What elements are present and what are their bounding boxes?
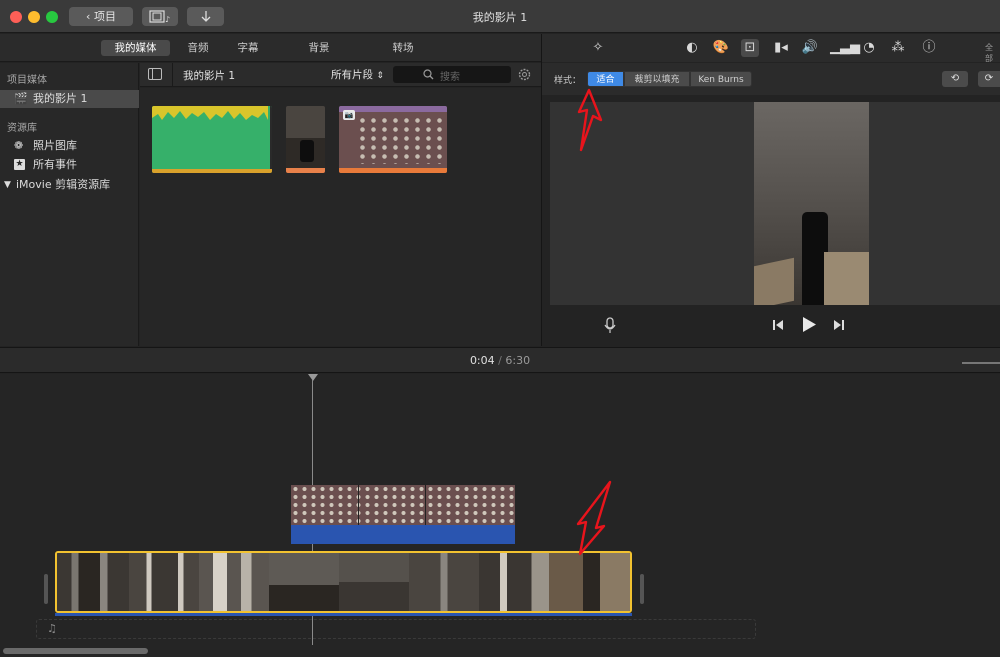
music-note-icon: ♫ [47, 622, 57, 635]
skip-forward-icon[interactable] [833, 319, 845, 331]
current-time: 0:04 [469, 354, 495, 367]
show-all-label[interactable]: 全部 [985, 42, 1000, 64]
playback-controls [542, 305, 1000, 346]
sidebar-item-imovie-library[interactable]: ▼ iMovie 剪辑资源库 [0, 176, 139, 194]
style-crop-to-fill-button[interactable]: 裁剪以填充 [624, 71, 690, 87]
library-sidebar: 项目媒体 🎬 我的影片 1 资源库 ❁ 照片图库 ★ 所有事件 ▼ iMovie… [0, 63, 139, 346]
adjustment-toolbar: ✧ ◐ 🎨 ⊡ ▮◂ 🔊 ▁▃▅ ◔ ⁂ ⓘ 全部 [542, 34, 1000, 64]
waveform-icon [152, 106, 272, 173]
equalizer-icon[interactable]: ▁▃▅ [830, 39, 860, 57]
style-label: 样式： [554, 76, 582, 86]
playhead-triangle-icon[interactable] [308, 374, 318, 382]
camera-icon: 📷 [343, 110, 355, 120]
audio-clip-thumbnail[interactable] [152, 106, 272, 173]
microphone-icon[interactable] [604, 317, 616, 334]
skip-back-icon[interactable] [772, 319, 784, 331]
section-libraries: 资源库 [7, 123, 37, 134]
gear-icon[interactable] [517, 67, 532, 82]
cutaway-clip[interactable] [291, 485, 515, 544]
flower-icon: ❁ [14, 139, 24, 152]
rotate-left-icon: ⟲ [950, 73, 960, 84]
crop-icon[interactable]: ⊡ [741, 39, 759, 57]
annotation-arrow-down [576, 480, 612, 556]
rotate-left-button[interactable]: ⟲ [942, 71, 968, 87]
clip-filter-select[interactable]: 所有片段 ⇕ [331, 67, 384, 82]
timecode-bar: 0:04 / 6:30 [0, 347, 1000, 373]
annotation-arrow-up [577, 88, 603, 152]
color-balance-icon[interactable]: ◐ [683, 39, 701, 57]
browser-title: 我的影片 1 [183, 70, 236, 82]
play-icon[interactable] [801, 316, 817, 333]
sidebar-item-photos-library[interactable]: ❁ 照片图库 [0, 137, 139, 155]
screenshot-clip-thumbnail[interactable]: 📷 [339, 106, 447, 173]
clapperboard-icon: 🎬 [14, 92, 28, 105]
palette-icon[interactable]: 🎨 [712, 39, 730, 57]
window-title: 我的影片 1 [472, 11, 528, 24]
rotate-right-button[interactable]: ⟳ [978, 71, 1000, 87]
speedometer-icon[interactable]: ◔ [860, 39, 878, 57]
filter-circles-icon[interactable]: ⁂ [889, 39, 907, 57]
video-frame [754, 102, 869, 305]
tab-titles[interactable]: 字幕 [229, 40, 267, 56]
tab-audio[interactable]: 音频 [179, 40, 217, 56]
video-viewer [550, 102, 1000, 305]
updown-chevron-icon: ⇕ [376, 71, 384, 81]
tab-backgrounds[interactable]: 背景 [300, 40, 338, 56]
search-placeholder: 搜索 [440, 72, 460, 83]
zoom-slider[interactable] [962, 362, 1000, 364]
style-ken-burns-button[interactable]: Ken Burns [690, 71, 752, 87]
media-browser: 📷 [140, 88, 541, 346]
video-clip-thumbnail[interactable] [286, 106, 325, 173]
horizontal-scrollbar[interactable] [3, 648, 148, 654]
search-field[interactable]: 搜索 [393, 66, 511, 83]
music-track[interactable]: ♫ [36, 619, 756, 639]
star-icon: ★ [14, 159, 25, 170]
tab-transitions[interactable]: 转场 [384, 40, 422, 56]
left-trim-handle[interactable] [44, 574, 48, 604]
timeline: ♫ [0, 374, 1000, 657]
rotate-right-icon: ⟳ [984, 73, 994, 84]
video-camera-icon[interactable]: ▮◂ [772, 39, 790, 57]
main-video-clip[interactable] [55, 551, 632, 613]
info-icon[interactable]: ⓘ [920, 39, 938, 57]
sidebar-item-my-movie[interactable]: 🎬 我的影片 1 [0, 90, 139, 108]
title-bar: ‹ 项目 ♪ 我的影片 1 [0, 0, 1000, 33]
browser-header: 我的影片 1 所有片段 ⇕ 搜索 [140, 63, 541, 87]
search-icon [423, 69, 434, 80]
disclosure-triangle-icon[interactable]: ▼ [4, 176, 11, 194]
right-trim-handle[interactable] [640, 574, 644, 604]
sidebar-toggle-icon[interactable] [148, 68, 162, 80]
style-fit-button[interactable]: 适合 [587, 71, 624, 87]
section-project-media: 项目媒体 [7, 75, 47, 86]
timecode: 0:04 / 6:30 [469, 354, 531, 367]
tab-my-media[interactable]: 我的媒体 [101, 40, 170, 56]
total-time: 6:30 [505, 354, 531, 367]
magic-wand-icon[interactable]: ✧ [589, 39, 607, 57]
media-tab-bar: 我的媒体 音频 字幕 背景 转场 [0, 34, 541, 62]
sidebar-item-all-events[interactable]: ★ 所有事件 [0, 156, 139, 174]
volume-icon[interactable]: 🔊 [801, 39, 819, 57]
